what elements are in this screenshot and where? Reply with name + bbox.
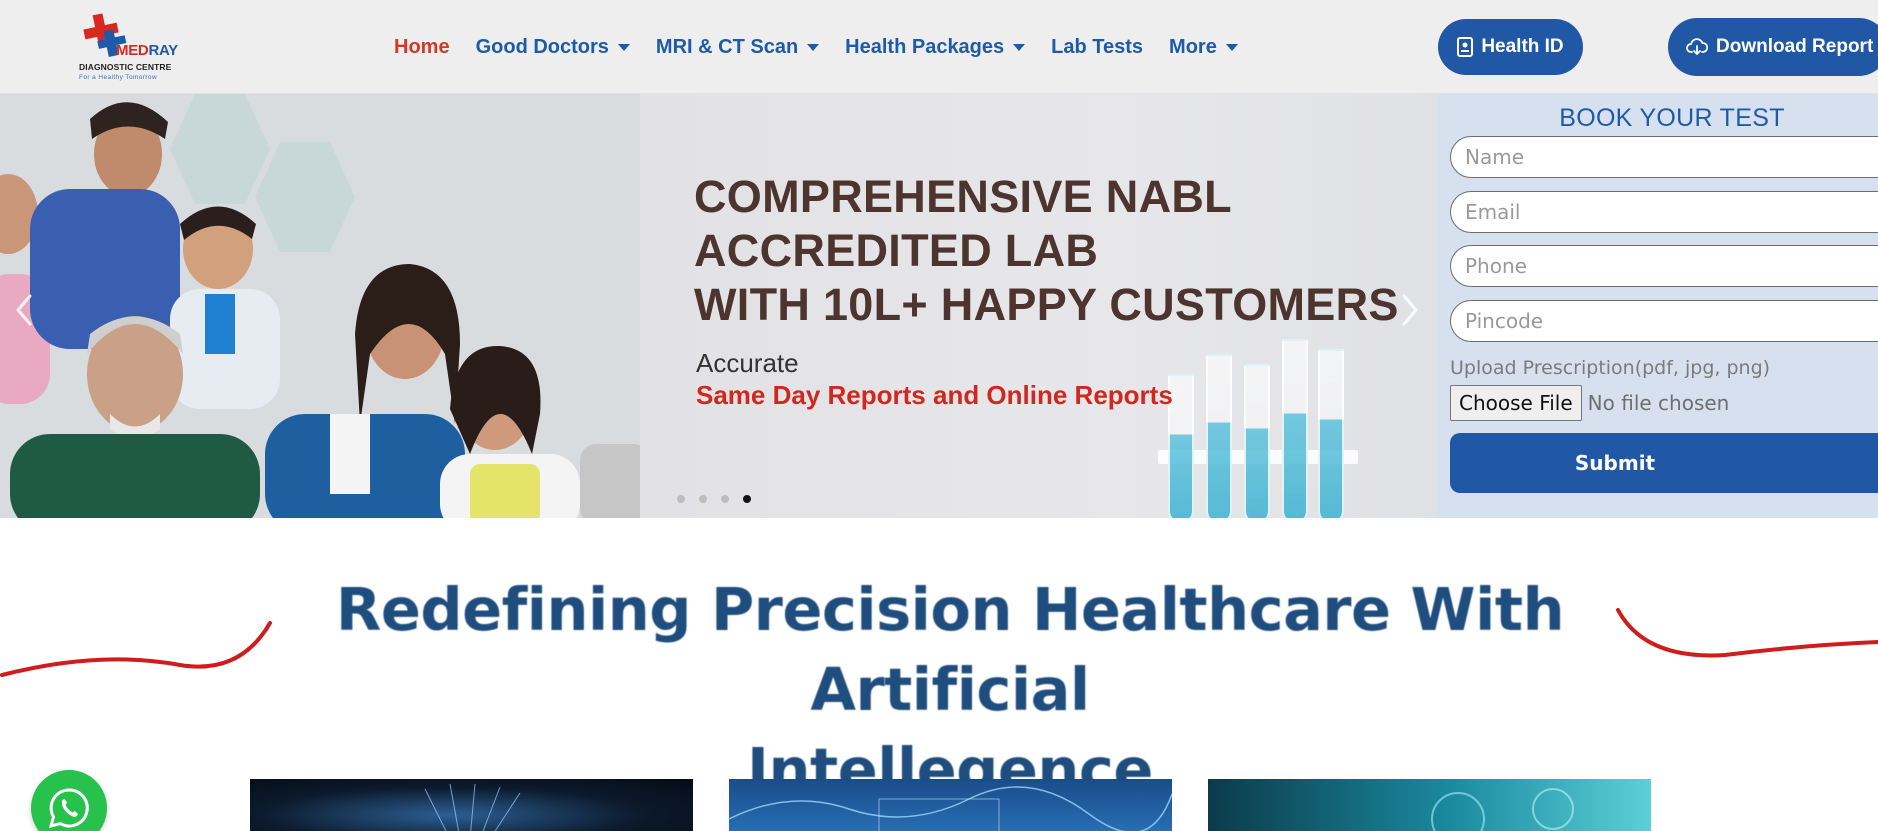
id-card-icon (1457, 37, 1474, 57)
section-title: Redefining Precision Healthcare With Art… (270, 570, 1630, 810)
feature-card-image[interactable] (250, 779, 693, 831)
family-illustration (0, 102, 640, 518)
logo-wordmark: MEDRAY (116, 42, 178, 59)
phone-input[interactable] (1450, 245, 1878, 287)
feature-card-image[interactable] (1208, 779, 1651, 831)
medical-scan-image (1431, 788, 1574, 831)
navbar: MEDRAY DIAGNOSTIC CENTRE For a Healthy T… (0, 0, 1878, 94)
caret-down-icon (1225, 43, 1238, 51)
booking-form-title: BOOK YOUR TEST (1559, 104, 1785, 132)
hero-headline-line: WITH 10L+ HAPPY CUSTOMERS (694, 279, 1399, 330)
site-logo[interactable]: MEDRAY DIAGNOSTIC CENTRE For a Healthy T… (76, 12, 186, 81)
chevron-right-icon (1402, 294, 1418, 326)
test-tubes-image (1158, 314, 1358, 518)
nav-home[interactable]: Home (394, 36, 450, 59)
name-input[interactable] (1450, 136, 1878, 178)
nav-lab-tests[interactable]: Lab Tests (1051, 36, 1143, 59)
carousel-dot[interactable] (677, 495, 685, 503)
carousel-dot[interactable] (721, 495, 729, 503)
download-report-button[interactable]: Download Report (1668, 18, 1878, 76)
hero-subtitle: Accurate (696, 348, 799, 378)
file-upload-control: Choose File No file chosen (1450, 385, 1729, 421)
download-report-label: Download Report (1716, 36, 1874, 57)
pincode-input[interactable] (1450, 300, 1878, 342)
nav-more[interactable]: More (1169, 36, 1238, 59)
whatsapp-chat-button[interactable] (31, 770, 107, 831)
carousel-next-button[interactable] (1396, 290, 1424, 330)
carousel-indicators (677, 495, 765, 503)
caret-down-icon (807, 43, 820, 51)
file-status-text: No file chosen (1587, 391, 1730, 415)
ai-brain-image (424, 783, 521, 831)
hero-highlight: Same Day Reports and Online Reports (696, 380, 1173, 410)
hero-headline-line: ACCREDITED LAB (694, 225, 1099, 276)
hero-headline: COMPREHENSIVE NABL ACCREDITED LAB WITH 1… (694, 170, 1414, 332)
upload-prescription-label: Upload Prescription(pdf, jpg, png) (1450, 357, 1771, 379)
chevron-left-icon (16, 294, 32, 326)
logo-subtitle: DIAGNOSTIC CENTRE (79, 62, 172, 72)
carousel-dot[interactable] (699, 495, 707, 503)
email-input[interactable] (1450, 191, 1878, 233)
choose-file-button[interactable]: Choose File (1450, 385, 1582, 421)
whatsapp-icon (48, 788, 89, 829)
health-id-label: Health ID (1481, 36, 1564, 57)
caret-down-icon (1013, 43, 1026, 51)
data-chart-image (729, 786, 1172, 831)
nav-mri-ct-scan[interactable]: MRI & CT Scan (656, 36, 820, 59)
submit-button[interactable]: Submit (1450, 433, 1878, 493)
decorative-swoosh-left (0, 621, 272, 677)
main-nav: Home Good Doctors MRI & CT Scan Health P… (394, 0, 1264, 94)
hero-headline-line: COMPREHENSIVE NABL (694, 171, 1232, 222)
nav-good-doctors[interactable]: Good Doctors (476, 36, 630, 59)
logo-tagline: For a Healthy Tomorrow (79, 74, 158, 81)
carousel-dot-active[interactable] (743, 495, 751, 503)
health-id-button[interactable]: Health ID (1438, 19, 1583, 75)
section-title-line: Redefining Precision Healthcare With Art… (335, 575, 1565, 724)
decorative-swoosh-right (1616, 608, 1878, 658)
nav-health-packages[interactable]: Health Packages (845, 36, 1026, 59)
feature-card-image[interactable] (729, 779, 1172, 831)
family-photo (0, 94, 640, 518)
caret-down-icon (617, 43, 630, 51)
carousel-prev-button[interactable] (10, 290, 38, 330)
cloud-download-icon (1686, 38, 1708, 55)
